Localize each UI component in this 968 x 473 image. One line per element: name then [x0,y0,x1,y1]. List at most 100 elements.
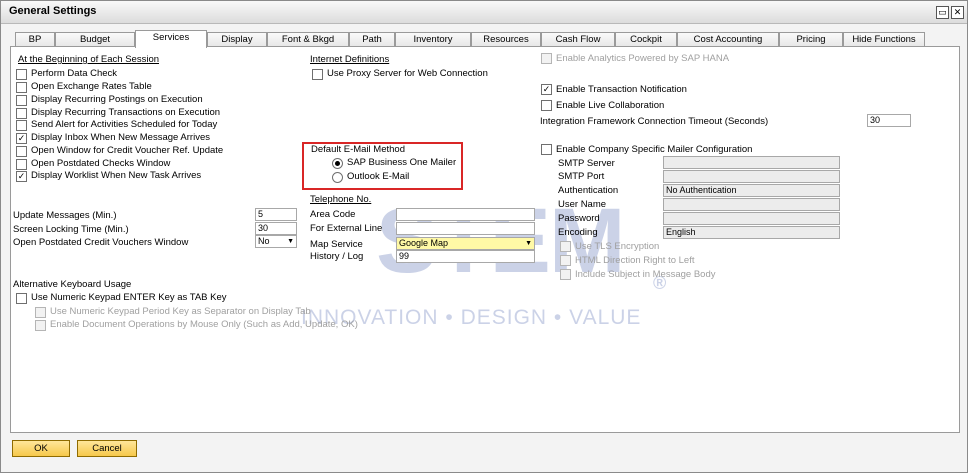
session-label: Perform Data Check [31,68,118,79]
session-label: Display Recurring Postings on Execution [31,94,203,105]
timeout-label: Integration Framework Connection Timeout… [540,116,769,127]
live-collab-checkbox[interactable] [541,100,552,111]
html-rtl-checkbox[interactable] [560,255,571,266]
session-label: Display Recurring Transactions on Execut… [31,107,221,118]
session-checkbox[interactable] [16,159,27,170]
close-icon[interactable]: ✕ [951,6,964,19]
screen-lock-label: Screen Locking Time (Min.) [13,224,129,235]
ok-button[interactable]: OK [12,440,70,457]
tab-bp[interactable]: BP [15,32,55,47]
sap-mailer-label: SAP Business One Mailer [347,157,457,168]
session-checkbox[interactable]: ✓ [16,171,27,182]
mouse-only-checkbox[interactable] [35,320,46,331]
encoding-label: Encoding [558,227,598,238]
company-mailer-checkbox[interactable] [541,144,552,155]
analytics-label: Enable Analytics Powered by SAP HANA [556,53,730,64]
outlook-radio[interactable] [332,172,343,183]
smtp-server-label: SMTP Server [558,158,615,169]
html-rtl-label: HTML Direction Right to Left [575,255,695,266]
authentication-label: Authentication [558,185,619,196]
tab-display[interactable]: Display [207,32,267,47]
session-checkbox[interactable] [16,108,27,119]
telephone-header: Telephone No. [310,194,372,205]
password-label: Password [558,213,600,224]
session-header: At the Beginning of Each Session [18,54,160,65]
password-input[interactable] [663,212,840,225]
enter-key-checkbox[interactable] [16,293,27,304]
authentication-select[interactable]: No Authentication [663,184,840,197]
keyboard-header: Alternative Keyboard Usage [13,279,132,290]
session-checkbox[interactable] [16,95,27,106]
outlook-label: Outlook E-Mail [347,171,410,182]
session-label: Open Window for Credit Voucher Ref. Upda… [31,145,224,156]
notification-checkbox[interactable]: ✓ [541,84,552,95]
map-service-label: Map Service [310,239,363,250]
proxy-checkbox[interactable] [312,69,323,80]
window-title: General Settings [9,5,97,17]
subject-checkbox[interactable] [560,269,571,280]
timeout-input[interactable]: 30 [867,114,911,127]
title-bar: General Settings ▭ ✕ [1,1,967,24]
vouchers-window-value: No [258,236,270,246]
tab-services[interactable]: Services [135,30,207,48]
notification-label: Enable Transaction Notification [556,84,687,95]
session-checkbox[interactable]: ✓ [16,133,27,144]
period-key-label: Use Numeric Keypad Period Key as Separat… [50,306,311,317]
tab-inventory[interactable]: Inventory [395,32,471,47]
tab-hide-functions[interactable]: Hide Functions [843,32,925,47]
tab-cockpit[interactable]: Cockpit [615,32,677,47]
user-name-input[interactable] [663,198,840,211]
encoding-select[interactable]: English [663,226,840,239]
session-label: Display Worklist When New Task Arrives [31,170,202,181]
history-log-input[interactable]: 99 [396,250,535,263]
sap-mailer-radio[interactable] [332,158,343,169]
smtp-port-label: SMTP Port [558,171,605,182]
analytics-checkbox[interactable] [541,53,552,64]
live-collab-label: Enable Live Collaboration [556,100,665,111]
session-checkbox[interactable] [16,146,27,157]
tab-font-bkgd[interactable]: Font & Bkgd [267,32,349,47]
session-checkbox[interactable] [16,120,27,131]
email-method-header: Default E-Mail Method [311,144,405,155]
tab-cash-flow[interactable]: Cash Flow [541,32,615,47]
session-label: Open Postdated Checks Window [31,158,171,169]
screen-lock-input[interactable]: 30 [255,222,297,235]
cancel-button[interactable]: Cancel [77,440,137,457]
subject-label: Include Subject in Message Body [575,269,716,280]
enter-key-label: Use Numeric Keypad ENTER Key as TAB Key [31,292,227,303]
vouchers-window-select[interactable]: No ▼ [255,235,297,248]
session-checkbox[interactable] [16,82,27,93]
company-mailer-label: Enable Company Specific Mailer Configura… [556,144,753,155]
tab-pricing[interactable]: Pricing [779,32,843,47]
mouse-only-label: Enable Document Operations by Mouse Only… [50,319,358,330]
map-service-select[interactable]: Google Map ▼ [396,237,535,250]
session-label: Send Alert for Activities Scheduled for … [31,119,218,130]
vouchers-window-label: Open Postdated Credit Vouchers Window [13,237,189,248]
tls-label: Use TLS Encryption [575,241,660,252]
session-label: Display Inbox When New Message Arrives [31,132,210,143]
tab-path[interactable]: Path [349,32,395,47]
internet-header: Internet Definitions [310,54,390,65]
session-checkbox[interactable] [16,69,27,80]
period-key-checkbox[interactable] [35,307,46,318]
area-code-label: Area Code [310,209,356,220]
minimize-icon[interactable]: ▭ [936,6,949,19]
smtp-port-input[interactable] [663,170,840,183]
proxy-label: Use Proxy Server for Web Connection [327,68,488,79]
chevron-down-icon: ▼ [287,238,294,245]
smtp-server-input[interactable] [663,156,840,169]
tls-checkbox[interactable] [560,241,571,252]
tab-resources[interactable]: Resources [471,32,541,47]
tab-cost-accounting[interactable]: Cost Accounting [677,32,779,47]
update-messages-input[interactable]: 5 [255,208,297,221]
session-label: Open Exchange Rates Table [31,81,152,92]
external-line-label: For External Line [310,223,383,234]
general-settings-window: General Settings ▭ ✕ BP Budget Services … [0,0,968,473]
update-messages-label: Update Messages (Min.) [13,210,117,221]
tab-budget[interactable]: Budget [55,32,135,47]
chevron-down-icon: ▼ [525,240,532,247]
external-line-input[interactable] [396,222,535,235]
area-code-input[interactable] [396,208,535,221]
history-log-label: History / Log [310,251,364,262]
user-name-label: User Name [558,199,607,210]
